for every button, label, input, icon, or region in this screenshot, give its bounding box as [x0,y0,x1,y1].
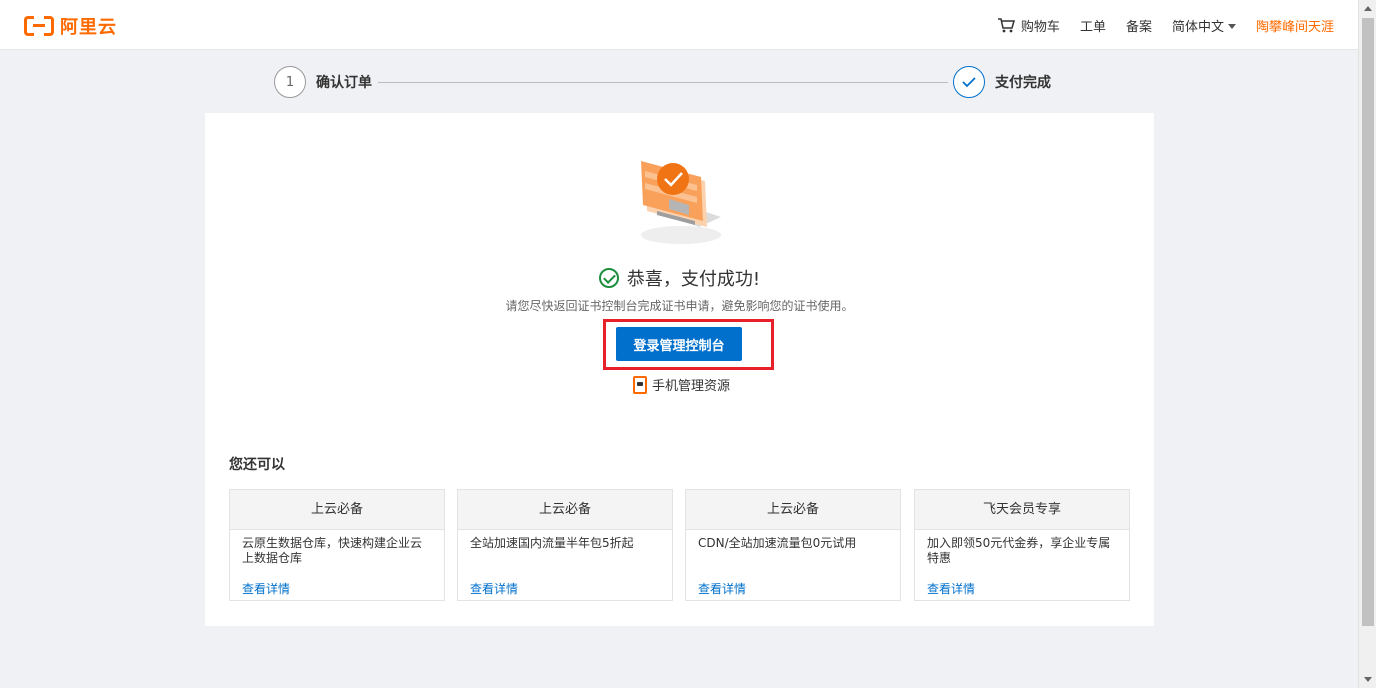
top-nav: 购物车 工单 备案 简体中文 陶攀峰间天涯 [997,0,1334,50]
offer-head: 上云必备 [230,490,444,530]
offer-desc: 全站加速国内流量半年包5折起 [470,536,634,550]
aliyun-logo[interactable]: 阿里云 [24,13,117,39]
step-label: 支付完成 [995,75,1051,91]
vertical-scrollbar[interactable] [1358,0,1376,688]
payment-success-message: 恭喜，支付成功! [205,265,1154,291]
offer-head: 上云必备 [686,490,900,530]
offer-list: 上云必备 云原生数据仓库，快速构建企业云上数据仓库 查看详情 上云必备 全站加速… [229,489,1130,601]
cart-icon [997,17,1015,33]
more-section-title: 您还可以 [229,457,285,473]
offer-details-link[interactable]: 查看详情 [242,580,290,597]
offer-desc: 加入即领50元代金券，享企业专属特惠 [927,536,1111,565]
login-console-button[interactable]: 登录管理控制台 [616,327,742,361]
scrollbar-thumb[interactable] [1362,18,1374,626]
step-connector [378,82,948,83]
scroll-up-icon[interactable] [1364,6,1372,11]
payment-result-card: 恭喜，支付成功! 请您尽快返回证书控制台完成证书申请，避免影响您的证书使用。 登… [205,113,1154,626]
cart-link[interactable]: 购物车 [997,16,1060,35]
offer-card: 上云必备 云原生数据仓库，快速构建企业云上数据仓库 查看详情 [229,489,445,601]
offer-desc: 云原生数据仓库，快速构建企业云上数据仓库 [242,536,423,565]
certificate-hint: 请您尽快返回证书控制台完成证书申请，避免影响您的证书使用。 [505,299,854,313]
offer-details-link[interactable]: 查看详情 [470,580,518,597]
ticket-link[interactable]: 工单 [1080,16,1106,35]
mobile-manage-link[interactable]: 手机管理资源 [633,375,730,394]
offer-head: 飞天会员专享 [915,490,1129,530]
mobile-manage-label: 手机管理资源 [652,379,731,394]
success-title: 恭喜，支付成功! [626,269,761,290]
offer-details-link[interactable]: 查看详情 [927,580,975,597]
language-label: 简体中文 [1171,19,1224,35]
logo-text: 阿里云 [60,17,117,38]
step-number-badge: 1 [274,66,306,98]
offer-card: 上云必备 CDN/全站加速流量包0元试用 查看详情 [685,489,901,601]
step-confirm-order: 1 确认订单 [274,66,372,98]
aliyun-logo-icon [24,16,54,36]
offer-card: 上云必备 全站加速国内流量半年包5折起 查看详情 [457,489,673,601]
step-check-icon [953,66,985,98]
cart-label: 购物车 [1020,19,1060,35]
step-payment-complete: 支付完成 [953,66,1051,98]
chevron-down-icon [1227,23,1236,29]
language-selector[interactable]: 简体中文 [1172,16,1236,35]
mobile-app-icon [633,375,647,394]
offer-card: 飞天会员专享 加入即领50元代金券，享企业专属特惠 查看详情 [914,489,1130,601]
offer-details-link[interactable]: 查看详情 [698,580,746,597]
top-bar: 阿里云 购物车 工单 备案 简体中文 陶攀峰间天涯 [0,0,1358,50]
payment-success-illustration-icon [631,157,731,247]
step-label: 确认订单 [316,75,372,91]
user-account-link[interactable]: 陶攀峰间天涯 [1256,16,1334,35]
scroll-down-icon[interactable] [1364,677,1372,682]
offer-head: 上云必备 [458,490,672,530]
order-steps: 1 确认订单 支付完成 [274,66,1064,100]
offer-desc: CDN/全站加速流量包0元试用 [698,536,857,550]
filing-link[interactable]: 备案 [1126,16,1152,35]
success-check-icon [598,268,619,288]
